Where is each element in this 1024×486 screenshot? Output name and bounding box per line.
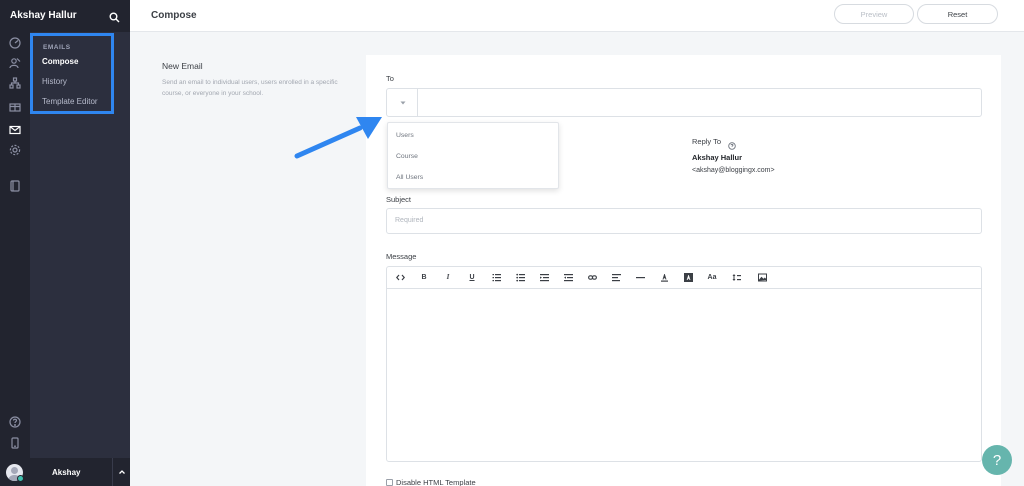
user-menu-toggle[interactable] [112, 458, 130, 486]
editor-toolbar: B I U Aa [386, 266, 982, 288]
school-name[interactable]: Akshay Hallur [10, 10, 77, 21]
dashboard-icon[interactable] [9, 37, 21, 49]
indent-icon[interactable] [539, 272, 549, 282]
sidebar-item-compose[interactable]: Compose [42, 57, 78, 66]
page-title: Compose [151, 10, 197, 21]
mail-icon[interactable] [9, 124, 21, 136]
site-tree-icon[interactable] [9, 77, 21, 89]
user-bar[interactable]: Akshay [0, 458, 130, 486]
help-circle-icon[interactable] [9, 416, 21, 428]
avatar-status-badge [17, 475, 24, 482]
bullet-list-icon[interactable] [515, 272, 525, 282]
underline-icon[interactable]: U [467, 272, 477, 282]
reset-button[interactable]: Reset [917, 4, 998, 24]
font-size-icon[interactable]: Aa [707, 272, 717, 282]
top-bar: Compose Preview Reset [130, 0, 1024, 32]
search-icon[interactable] [109, 10, 120, 23]
sidebar-item-template-editor[interactable]: Template Editor [42, 97, 98, 106]
school-header: Akshay Hallur [0, 0, 130, 32]
image-icon[interactable] [757, 272, 767, 282]
to-input[interactable] [386, 88, 982, 117]
gift-icon[interactable] [9, 100, 21, 112]
section-description: Send an email to individual users, users… [162, 79, 338, 97]
outdent-icon[interactable] [563, 272, 573, 282]
align-left-icon[interactable] [611, 272, 621, 282]
nav-section-emails: EMAILS [43, 44, 71, 51]
reply-to-email: <akshay@bloggingx.com> [692, 167, 775, 174]
subject-label: Subject [386, 195, 412, 204]
users-icon[interactable] [9, 57, 21, 69]
horizontal-rule-icon[interactable] [635, 272, 645, 282]
dropdown-option-course[interactable]: Course [396, 153, 418, 160]
icon-rail [0, 0, 30, 486]
settings-gear-icon[interactable] [9, 144, 21, 156]
chevron-up-icon [118, 470, 125, 474]
sidebar-item-history[interactable]: History [42, 77, 67, 86]
caret-down-icon [400, 101, 405, 104]
book-icon[interactable] [9, 180, 21, 192]
reply-to-name: Akshay Hallur [692, 153, 743, 162]
question-circle-icon[interactable] [728, 137, 736, 150]
user-name[interactable]: Akshay [52, 468, 80, 477]
subject-input[interactable] [386, 208, 982, 234]
message-editor[interactable] [386, 288, 982, 462]
dropdown-option-users[interactable]: Users [396, 132, 414, 139]
section-title: New Email [162, 61, 203, 71]
dropdown-option-all-users[interactable]: All Users [396, 174, 423, 181]
disable-html-template-checkbox[interactable] [386, 479, 393, 486]
italic-icon[interactable]: I [443, 272, 453, 282]
link-icon[interactable] [587, 272, 597, 282]
message-label: Message [386, 252, 417, 261]
bold-icon[interactable]: B [419, 272, 429, 282]
background-color-icon[interactable] [683, 272, 693, 282]
line-height-icon[interactable] [731, 272, 741, 282]
mobile-device-icon[interactable] [9, 437, 21, 449]
preview-button[interactable]: Preview [834, 4, 914, 24]
emails-nav-highlight: EMAILS Compose History Template Editor [30, 33, 114, 114]
disable-html-template-label: Disable HTML Template [396, 478, 476, 486]
subject-placeholder: Required [395, 217, 424, 224]
reply-to-label: Reply To [692, 137, 722, 146]
help-button[interactable]: ? [982, 445, 1012, 475]
to-label: To [386, 74, 394, 83]
ordered-list-icon[interactable] [491, 272, 501, 282]
text-color-icon[interactable] [659, 272, 669, 282]
recipient-type-dropdown: Users Course All Users [387, 122, 559, 189]
code-view-icon[interactable] [395, 272, 405, 282]
avatar-head-shape [11, 467, 18, 474]
annotation-arrow-icon [294, 117, 382, 159]
